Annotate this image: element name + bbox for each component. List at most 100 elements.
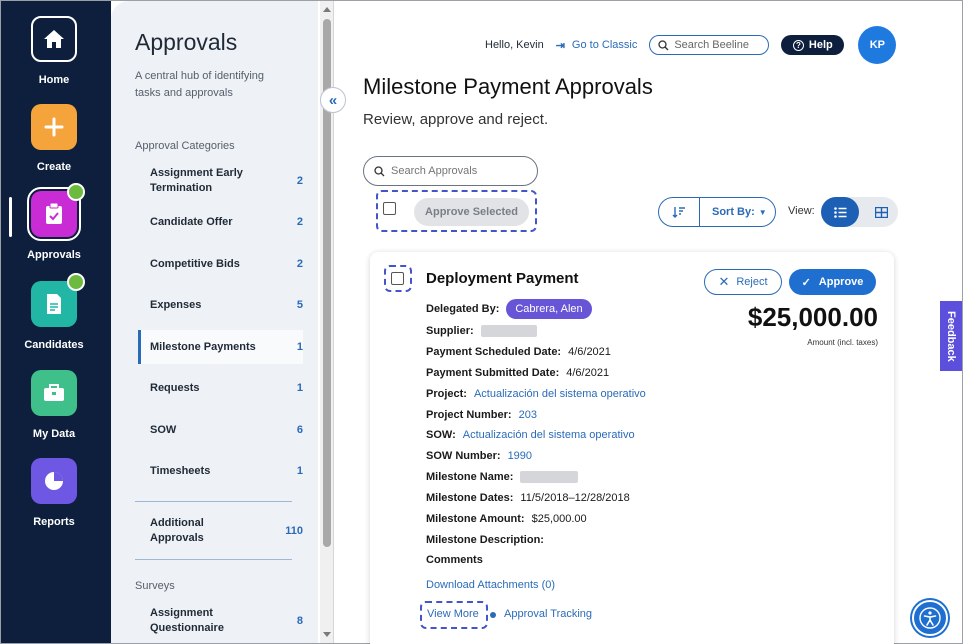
nav-candidates[interactable]: Candidates — [1, 273, 107, 351]
page-subtitle: Review, approve and reject. — [363, 111, 549, 128]
page-title: Milestone Payment Approvals — [363, 74, 653, 99]
field-label: Payment Submitted Date: — [426, 367, 560, 379]
go-to-classic-link[interactable]: ⇥ Go to Classic — [556, 39, 638, 52]
approve-selected-button[interactable]: Approve Selected — [414, 198, 529, 226]
view-toggle — [821, 197, 898, 227]
category-count: 1 — [296, 341, 303, 353]
search-icon — [658, 39, 669, 50]
category-requests[interactable]: Requests 1 — [138, 371, 303, 405]
download-attachments-link[interactable]: Download Attachments (0) — [426, 579, 555, 591]
notification-dot — [67, 273, 85, 291]
category-additional-approvals[interactable]: Additional Approvals 110 — [138, 514, 303, 548]
scroll-up-arrow[interactable] — [323, 7, 331, 12]
category-assignment-early-termination[interactable]: Assignment Early Termination 2 — [138, 164, 303, 198]
category-label: Competitive Bids — [150, 257, 240, 270]
list-icon — [833, 206, 846, 218]
divider — [135, 501, 292, 502]
nav-create[interactable]: Create — [1, 104, 107, 173]
field-value: 11/5/2018–12/28/2018 — [520, 492, 630, 504]
survey-assignment-questionnaire[interactable]: Assignment Questionnaire 8 — [138, 604, 303, 638]
help-button[interactable]: ? Help — [781, 35, 845, 55]
greeting: Hello, Kevin — [485, 39, 544, 51]
list-view-button[interactable] — [821, 197, 859, 227]
nav-home[interactable]: Home — [1, 16, 107, 86]
feedback-tab[interactable]: Feedback — [940, 301, 962, 371]
approvals-panel: Approvals A central hub of identifying t… — [111, 1, 318, 643]
nav-reports[interactable]: Reports — [1, 458, 107, 528]
field-value: $25,000.00 — [531, 513, 587, 525]
category-label: SOW — [150, 423, 177, 436]
accessibility-button[interactable] — [912, 600, 948, 636]
category-label: Assignment Early Termination — [150, 167, 243, 194]
comments-field: Comments — [426, 554, 490, 566]
category-candidate-offer[interactable]: Candidate Offer 2 — [138, 205, 303, 239]
project-number-link[interactable]: 203 — [519, 409, 537, 421]
collapse-panel-button[interactable]: « — [320, 87, 346, 113]
nav-my-data[interactable]: My Data — [1, 370, 107, 440]
field-label: Project: — [426, 388, 467, 400]
field-label: Project Number: — [426, 409, 512, 421]
plus-icon — [31, 104, 77, 150]
category-milestone-payments[interactable]: Milestone Payments 1 — [138, 330, 303, 364]
notification-dot — [67, 183, 85, 201]
search-approvals-input[interactable] — [391, 165, 531, 177]
category-label: Timesheets — [150, 464, 211, 477]
project-link[interactable]: Actualización del sistema operativo — [474, 388, 646, 400]
nav-label: Home — [38, 74, 70, 86]
global-search-input[interactable]: Search Beeline — [649, 35, 770, 55]
home-icon — [31, 16, 77, 62]
field-label: Milestone Description: — [426, 534, 544, 546]
field-label: Milestone Amount: — [426, 513, 525, 525]
category-sow[interactable]: SOW 6 — [138, 413, 303, 447]
delegated-field: Delegated By: Cabrera, Alen — [426, 299, 592, 319]
sow-number-link[interactable]: 1990 — [508, 450, 532, 462]
amount-note: Amount (incl. taxes) — [807, 338, 878, 347]
field-value: 4/6/2021 — [566, 367, 610, 379]
scroll-down-arrow[interactable] — [323, 632, 331, 637]
view-label: View: — [788, 205, 815, 217]
category-competitive-bids[interactable]: Competitive Bids 2 — [138, 247, 303, 281]
panel-title: Approvals — [135, 29, 238, 55]
briefcase-icon — [31, 370, 77, 416]
category-count: 2 — [296, 258, 303, 270]
divider — [135, 559, 292, 560]
field-label: SOW: — [426, 429, 456, 441]
delegated-badge: Cabrera, Alen — [506, 299, 592, 319]
categories-header: Approval Categories — [135, 140, 235, 152]
clipboard-check-icon — [27, 183, 85, 241]
project-field: Project: Actualización del sistema opera… — [426, 388, 646, 400]
amount-value: $25,000.00 — [747, 302, 878, 332]
field-label: Milestone Name: — [426, 471, 514, 483]
field-label: Supplier: — [426, 325, 474, 337]
view-more-link[interactable]: View More — [427, 608, 479, 620]
approve-button[interactable]: ✓ Approve — [789, 269, 876, 295]
reject-label: Reject — [736, 276, 768, 288]
grid-icon — [874, 206, 888, 218]
sow-field: SOW: Actualización del sistema operativo — [426, 429, 635, 441]
surveys-header: Surveys — [135, 580, 175, 592]
sort-order-icon — [672, 207, 685, 218]
field-label: Delegated By: — [426, 303, 500, 315]
category-expenses[interactable]: Expenses 5 — [138, 288, 303, 322]
nav-approvals[interactable]: Approvals — [1, 183, 107, 261]
project-number-field: Project Number: 203 — [426, 409, 537, 421]
sort-direction-button[interactable] — [659, 198, 700, 226]
category-timesheets[interactable]: Timesheets 1 — [138, 454, 303, 488]
sort-by-dropdown[interactable]: Sort By: ▼ — [700, 206, 767, 218]
select-all-checkbox[interactable] — [383, 202, 396, 215]
user-avatar[interactable]: KP — [858, 26, 897, 64]
category-count: 1 — [296, 465, 303, 477]
category-label: Requests — [150, 381, 200, 394]
search-approvals-field[interactable] — [363, 156, 538, 186]
grid-view-button[interactable] — [866, 197, 896, 227]
top-bar: Hello, Kevin ⇥ Go to Classic Search Beel… — [485, 26, 897, 64]
field-label: SOW Number: — [426, 450, 501, 462]
question-icon: ? — [792, 39, 804, 51]
reject-button[interactable]: ✕ Reject — [704, 269, 782, 295]
sow-link[interactable]: Actualización del sistema operativo — [463, 429, 635, 441]
card-select-checkbox[interactable] — [391, 272, 404, 285]
search-icon — [374, 165, 385, 176]
nav-label: Approvals — [27, 249, 81, 261]
approval-tracking-link[interactable]: Approval Tracking — [504, 608, 592, 620]
milestone-dates-field: Milestone Dates: 11/5/2018–12/28/2018 — [426, 492, 630, 504]
